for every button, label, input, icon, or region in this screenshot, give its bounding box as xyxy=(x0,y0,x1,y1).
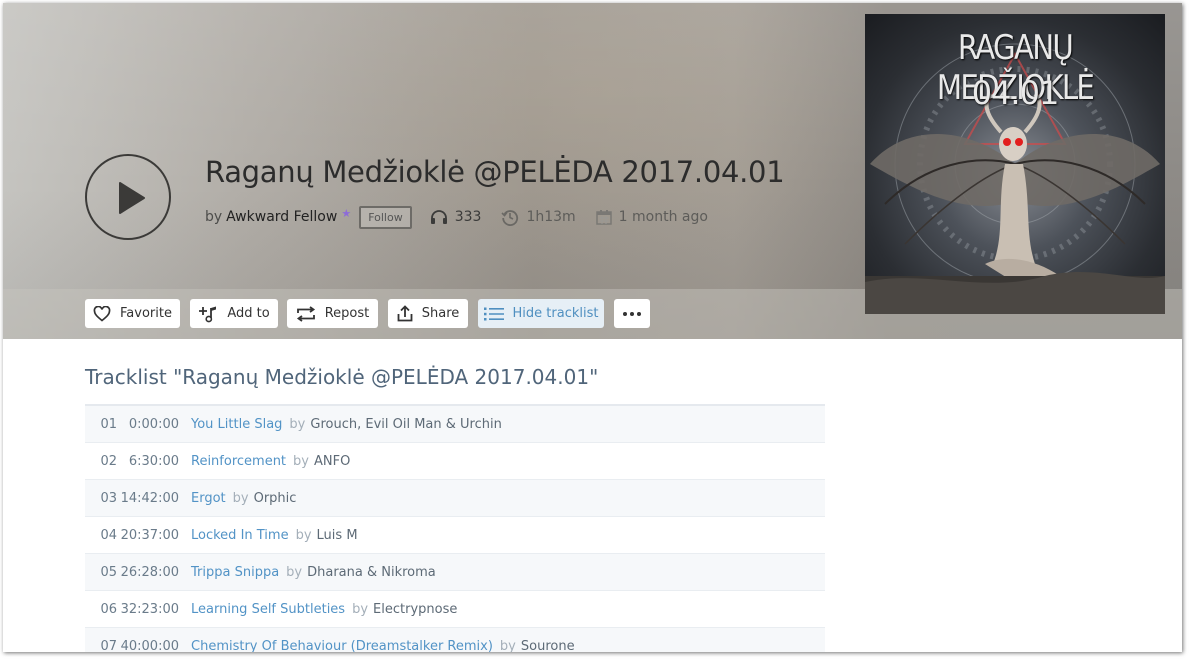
heart-icon xyxy=(93,305,111,322)
track-by-label: by xyxy=(293,453,309,469)
track-number: 03 xyxy=(100,490,117,506)
track-by-label: by xyxy=(289,416,306,432)
tracklist: 01 0:00:00 You Little Slag by Grouch, Evil O… xyxy=(85,404,825,652)
track-row: 04 20:37:00 Locked In Time by Luis M xyxy=(85,517,825,554)
share-label: Share xyxy=(421,306,460,321)
track-row: 01 0:00:00 You Little Slag by Grouch, Evil O… xyxy=(85,406,825,443)
play-button[interactable] xyxy=(85,154,171,240)
track-title-link[interactable]: Learning Self Subtleties xyxy=(191,602,345,617)
cloudcast-meta: by Awkward Fellow ★ Follow 333 1h13m 1 m… xyxy=(205,205,728,229)
track-row: 06 32:23:00 Learning Self Subtleties by Elec… xyxy=(85,591,825,628)
uploader-link[interactable]: Awkward Fellow xyxy=(226,209,337,225)
track-artist: Sourone xyxy=(520,638,575,653)
favorite-label: Favorite xyxy=(120,306,172,321)
track-timestamp: 40:00:00 xyxy=(120,638,179,653)
play-count-value: 333 xyxy=(454,209,482,225)
cloudcast-page: Raganų Medžioklė @PELĖDA 2017.04.01 by A… xyxy=(3,3,1182,652)
cover-art: RAGANŲ MEDŽIOKLĖ 04.01 xyxy=(865,14,1165,314)
repost-button[interactable]: Repost xyxy=(287,299,378,328)
play-icon xyxy=(119,182,145,214)
track-title-link[interactable]: Reinforcement xyxy=(191,454,286,469)
track-by-label: by xyxy=(295,527,312,543)
track-number: 07 xyxy=(100,638,117,653)
share-icon xyxy=(397,305,413,322)
premium-badge-icon: ★ xyxy=(341,206,352,220)
track-row: 02 6:30:00 Reinforcement by ANFO xyxy=(85,443,825,480)
track-row: 07 40:00:00 Chemistry Of Behaviour (Dreams… xyxy=(85,628,825,652)
track-number: 02 xyxy=(100,453,117,469)
track-timestamp: 0:00:00 xyxy=(128,416,179,432)
track-row: 05 26:28:00 Trippa Snippa by Dharana & Nikro… xyxy=(85,554,825,591)
track-by-label: by xyxy=(286,564,303,580)
hide-tracklist-label: Hide tracklist xyxy=(512,306,599,321)
add-to-playlist-icon xyxy=(199,306,217,322)
more-icon xyxy=(623,311,641,316)
track-artist: Grouch, Evil Oil Man & Urchin xyxy=(310,416,502,432)
cover-date-text: 04.01 xyxy=(971,74,1060,112)
repost-icon xyxy=(296,305,315,322)
by-label: by xyxy=(205,209,223,225)
track-artist: ANFO xyxy=(313,453,351,469)
play-count: 333 xyxy=(430,209,482,225)
track-number: 04 xyxy=(100,527,117,543)
track-by-label: by xyxy=(499,638,516,653)
track-artist: Orphic xyxy=(253,490,297,506)
repost-label: Repost xyxy=(324,306,370,321)
list-icon xyxy=(483,307,504,320)
track-artist: Dharana & Nikroma xyxy=(307,564,436,580)
share-button[interactable]: Share xyxy=(388,299,468,328)
track-title-link[interactable]: Ergot xyxy=(191,491,226,506)
track-timestamp: 26:28:00 xyxy=(120,564,179,580)
calendar-icon xyxy=(595,210,612,225)
track-by-label: by xyxy=(232,490,249,506)
track-artist: Luis M xyxy=(316,527,358,543)
track-by-label: by xyxy=(352,601,369,617)
track-timestamp: 20:37:00 xyxy=(120,527,179,543)
upload-date-value: 1 month ago xyxy=(618,209,708,225)
cloudcast-title: Raganų Medžioklė @PELĖDA 2017.04.01 xyxy=(205,155,785,189)
clock-history-icon xyxy=(501,210,519,226)
track-artist: Electrypnose xyxy=(373,601,458,617)
duration-value: 1h13m xyxy=(526,209,576,225)
track-row: 03 14:42:00 Ergot by Orphic xyxy=(85,480,825,517)
duration: 1h13m xyxy=(501,208,576,226)
hide-tracklist-button[interactable]: Hide tracklist xyxy=(478,299,604,328)
track-number: 01 xyxy=(100,416,117,432)
favorite-button[interactable]: Favorite xyxy=(85,299,180,328)
follow-button[interactable]: Follow xyxy=(359,205,412,229)
track-number: 05 xyxy=(100,564,117,580)
tracklist-heading: Tracklist "Raganų Medžioklė @PELĖDA 2017… xyxy=(85,365,599,389)
cloudcast-header: Raganų Medžioklė @PELĖDA 2017.04.01 by A… xyxy=(3,3,1182,339)
add-to-label: Add to xyxy=(227,306,270,321)
track-title-link[interactable]: Trippa Snippa xyxy=(191,565,279,580)
track-timestamp: 14:42:00 xyxy=(120,490,179,506)
upload-date: 1 month ago xyxy=(595,209,708,225)
track-title-link[interactable]: Chemistry Of Behaviour (Dreamstalker Rem… xyxy=(191,639,493,653)
track-timestamp: 6:30:00 xyxy=(128,453,179,469)
more-options-button[interactable] xyxy=(614,299,650,328)
track-title-link[interactable]: You Little Slag xyxy=(191,417,282,432)
track-timestamp: 32:23:00 xyxy=(120,601,179,617)
headphones-icon xyxy=(430,210,447,224)
track-title-link[interactable]: Locked In Time xyxy=(191,528,289,543)
track-number: 06 xyxy=(100,601,117,617)
add-to-button[interactable]: Add to xyxy=(190,299,278,328)
